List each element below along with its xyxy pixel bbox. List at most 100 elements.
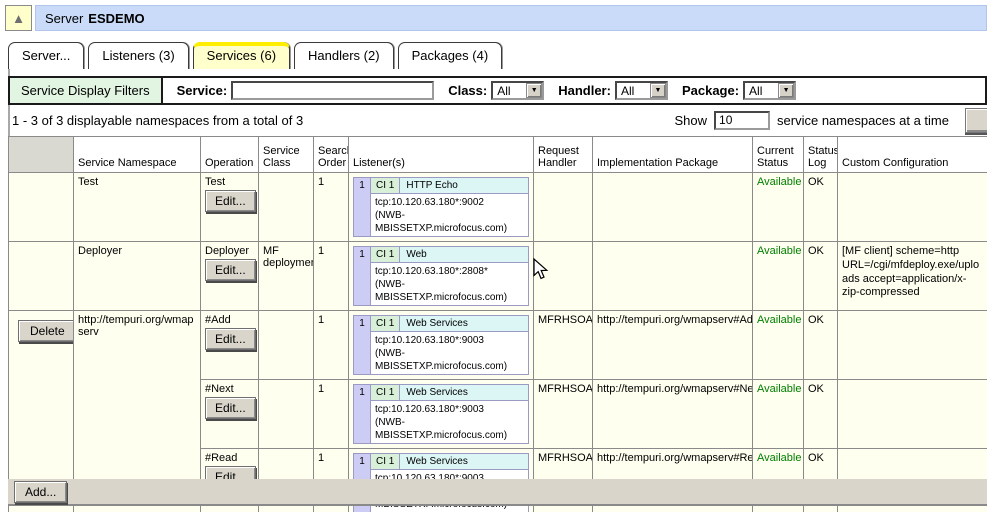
col-header-custom-configuration: Custom Configuration	[838, 137, 987, 173]
listener-box: 1 CI 1 Web tcp:10.120.63.180*:2808* (NWB…	[353, 246, 529, 306]
listener-conversation: CI 1	[371, 385, 400, 400]
handler-filter-label: Handler:	[558, 83, 611, 98]
chevron-down-icon[interactable]: ▼	[778, 83, 794, 98]
table-footer-bar: Add...	[8, 479, 987, 506]
listener-address: tcp:10.120.63.180*:2808*	[375, 265, 524, 278]
search-order-cell: 1	[314, 380, 349, 449]
listener-number: 1	[354, 178, 371, 236]
implementation-package-cell: http://tempuri.org/wmapserv#Add	[593, 311, 753, 380]
class-filter-value: All	[493, 84, 526, 98]
refresh-button-partial[interactable]	[965, 108, 987, 133]
status-log-cell: OK	[804, 311, 838, 380]
current-status-cell: Available	[753, 311, 804, 380]
edit-button[interactable]: Edit...	[205, 397, 256, 419]
tab-bar: Server... Listeners (3) Services (6) Han…	[8, 42, 502, 69]
service-class-cell	[259, 380, 314, 449]
custom-configuration-cell	[838, 380, 987, 449]
chevron-down-icon[interactable]: ▼	[650, 83, 666, 98]
operation-name: #Add	[205, 314, 254, 326]
add-service-button[interactable]: Add...	[14, 481, 67, 503]
show-count-input[interactable]	[714, 111, 770, 130]
row-actions-cell	[9, 242, 74, 311]
delete-button[interactable]: Delete	[18, 320, 74, 342]
pagination-row: 1 - 3 of 3 displayable namespaces from a…	[8, 105, 987, 135]
edit-button[interactable]: Edit...	[205, 190, 256, 212]
request-handler-cell: MFRHSOAP	[534, 380, 593, 449]
operation-cell: Deployer Edit...	[201, 242, 259, 311]
tab-services[interactable]: Services (6)	[193, 42, 290, 69]
listener-name: HTTP Echo	[400, 178, 528, 193]
tab-handlers[interactable]: Handlers (2)	[294, 42, 394, 69]
current-status-cell: Available	[753, 242, 804, 311]
listener-conversation: CI 1	[371, 316, 400, 331]
listener-name: Web Services	[400, 385, 528, 400]
package-filter-value: All	[745, 84, 778, 98]
listener-name: Web Services	[400, 316, 528, 331]
show-suffix-label: service namespaces at a time	[777, 113, 949, 128]
current-status-cell: Available	[753, 380, 804, 449]
col-header-current-status: Current Status	[753, 137, 804, 173]
package-filter-select[interactable]: All ▼	[743, 81, 796, 100]
class-filter-select[interactable]: All ▼	[491, 81, 544, 100]
listener-number: 1	[354, 247, 371, 305]
request-handler-cell	[534, 242, 593, 311]
triangle-up-icon: ▲	[12, 12, 25, 25]
listener-box: 1 CI 1 Web Services tcp:10.120.63.180*:9…	[353, 315, 529, 375]
col-header-implementation-package: Implementation Package	[593, 137, 753, 173]
table-row: Test Test Edit... 1 1 CI 1 HTTP Echo tc	[9, 173, 987, 242]
col-header-listeners: Listener(s)	[349, 137, 534, 173]
server-name: ESDEMO	[88, 11, 144, 26]
listener-host: (NWB-MBISSETXP.microfocus.com)	[375, 278, 524, 304]
table-header-row: Service Namespace Operation Service Clas…	[9, 137, 987, 173]
request-handler-cell: MFRHSOAP	[534, 311, 593, 380]
service-filter-input[interactable]	[231, 81, 434, 100]
col-header-operation: Operation	[201, 137, 259, 173]
search-order-cell: 1	[314, 242, 349, 311]
collapse-section-button[interactable]: ▲	[5, 5, 32, 31]
operation-name: #Next	[205, 383, 254, 395]
services-table: Service Namespace Operation Service Clas…	[8, 136, 987, 512]
service-class-cell	[259, 173, 314, 242]
status-log-cell: OK	[804, 380, 838, 449]
table-row: Delete http://tempuri.org/wmapserv #Add …	[9, 311, 987, 380]
listener-address: tcp:10.120.63.180*:9003	[375, 334, 524, 347]
service-class-cell	[259, 311, 314, 380]
listener-conversation: CI 1	[371, 454, 400, 469]
col-header-request-handler: Request Handler	[534, 137, 593, 173]
service-class-cell: MF deployment	[259, 242, 314, 311]
operation-name: #Read	[205, 452, 254, 464]
tab-packages[interactable]: Packages (4)	[398, 42, 503, 69]
server-title: Server ESDEMO	[35, 5, 987, 31]
listeners-cell: 1 CI 1 Web Services tcp:10.120.63.180*:9…	[349, 311, 534, 380]
service-namespace-cell: Deployer	[74, 242, 201, 311]
listeners-cell: 1 CI 1 Web Services tcp:10.120.63.180*:9…	[349, 380, 534, 449]
listeners-cell: 1 CI 1 HTTP Echo tcp:10.120.63.180*:9002…	[349, 173, 534, 242]
operation-cell: Test Edit...	[201, 173, 259, 242]
service-filter-label: Service:	[177, 83, 228, 98]
es-admin-services-page: ▲ Server ESDEMO Server... Listeners (3) …	[0, 0, 987, 512]
listener-conversation: CI 1	[371, 178, 400, 193]
show-label: Show	[675, 113, 708, 128]
namespace-count-summary: 1 - 3 of 3 displayable namespaces from a…	[12, 113, 303, 128]
chevron-down-icon[interactable]: ▼	[526, 83, 542, 98]
edit-button[interactable]: Edit...	[205, 328, 256, 350]
listener-host: (NWB-MBISSETXP.microfocus.com)	[375, 416, 524, 442]
tab-server[interactable]: Server...	[8, 42, 84, 69]
listener-name: Web	[400, 247, 528, 262]
status-log-cell: OK	[804, 242, 838, 311]
listener-name: Web Services	[400, 454, 528, 469]
handler-filter-select[interactable]: All ▼	[615, 81, 668, 100]
tab-listeners[interactable]: Listeners (3)	[88, 42, 188, 69]
custom-configuration-cell: [MF client] scheme=http URL=/cgi/mfdeplo…	[838, 242, 987, 311]
listener-box: 1 CI 1 HTTP Echo tcp:10.120.63.180*:9002…	[353, 177, 529, 237]
listener-conversation: CI 1	[371, 247, 400, 262]
filter-bar-title: Service Display Filters	[10, 78, 163, 103]
col-header-status-log: Status Log	[804, 137, 838, 173]
listener-box: 1 CI 1 Web Services tcp:10.120.63.180*:9…	[353, 384, 529, 444]
custom-configuration-cell	[838, 173, 987, 242]
operation-name: Test	[205, 176, 254, 188]
listener-address: tcp:10.120.63.180*:9002	[375, 196, 524, 209]
listener-number: 1	[354, 385, 371, 443]
edit-button[interactable]: Edit...	[205, 259, 256, 281]
operation-name: Deployer	[205, 245, 254, 257]
